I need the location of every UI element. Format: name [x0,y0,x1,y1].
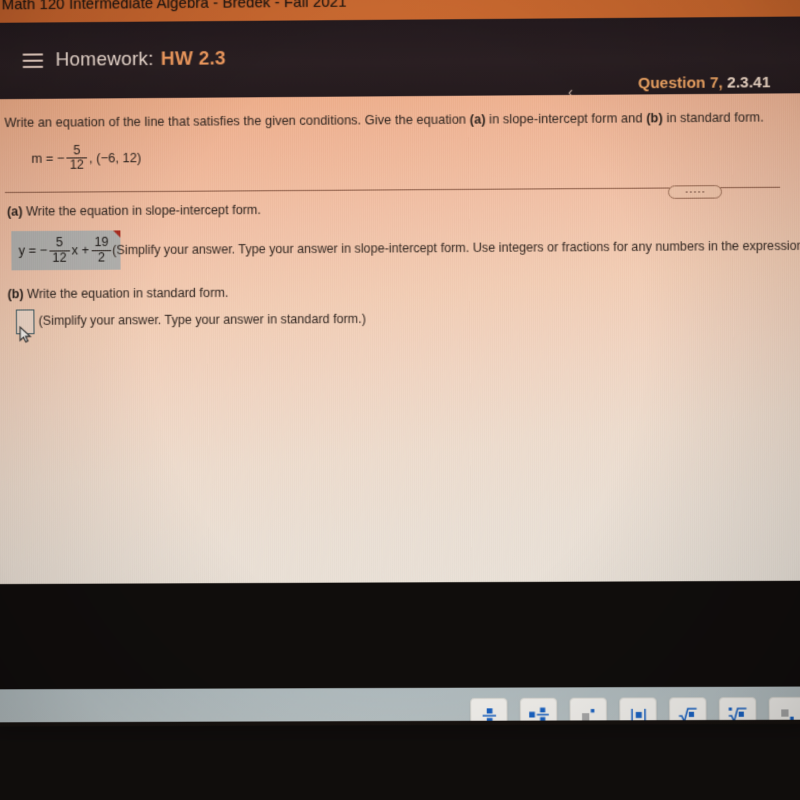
part-a-answer-field[interactable]: y = − 5 12 x + 19 2 [11,230,122,271]
part-b-text: Write the equation in standard form. [23,285,229,302]
prompt-part-2: in slope-intercept form and [485,110,647,127]
answer-a-frac1-numerator: 5 [55,235,63,250]
part-a-tag: (a) [7,204,23,219]
monitor-photo: Math 120 Intermediate Algebra - Bredek -… [0,0,800,800]
answer-a-frac1-denominator: 12 [52,249,67,265]
given-slope-fraction: 5 12 [66,142,88,172]
given-point: , (−6, 12) [88,150,142,166]
dot [702,191,705,193]
answer-a-middle: x + [71,243,90,258]
given-lead: m = − [31,150,65,166]
part-b-answer-field[interactable] [15,309,35,335]
answer-a-fraction-1: 5 12 [49,235,70,265]
hamburger-menu-icon[interactable] [22,53,44,69]
assignment-name: HW 2.3 [160,46,226,70]
prompt-part-3: in standard form. [662,110,764,126]
navigation-bar: Homework:HW 2.3 ‹ Question 7, 2.3.41 Par… [0,16,800,109]
assignment-title: Homework: HW 2.3 [55,47,225,71]
dot [694,191,696,193]
problem-prompt: Write an equation of the line that satis… [4,110,790,130]
part-b-hint: (Simplify your answer. Type your answer … [38,311,366,328]
prompt-part-1: Write an equation of the line that satis… [4,112,470,131]
assignment-label: Homework: [55,47,154,70]
question-code: 2.3.41 [722,73,771,92]
given-slope-numerator: 5 [73,142,81,158]
question-number: Question 7, [637,74,723,93]
answer-a-frac2-denominator: 2 [97,249,106,265]
given-conditions: m = − 5 12 , (−6, 12) [31,142,142,173]
answer-a-lhs: y = − [18,243,48,258]
dot [698,191,701,193]
part-a-label: (a) Write the equation in slope-intercep… [7,203,261,219]
question-identifier: Question 7, 2.3.41 [603,74,800,93]
course-title: Math 120 Intermediate Algebra - Bredek -… [1,0,347,14]
prompt-tag-b: (b) [646,110,663,126]
part-a-hint: (Simplify your answer. Type your answer … [112,238,800,258]
answer-a-frac2-numerator: 19 [94,235,109,250]
part-b-tag: (b) [7,286,24,302]
worksheet-body: Write an equation of the line that satis… [0,93,800,727]
dot [685,191,688,193]
screen-area: Math 120 Intermediate Algebra - Bredek -… [0,0,800,727]
collapse-toggle-button[interactable] [667,185,723,199]
section-divider [4,186,781,194]
dot [689,191,692,193]
part-b-label: (b) Write the equation in standard form. [8,286,229,302]
given-slope-denominator: 12 [69,157,84,172]
part-a-text: Write the equation in slope-intercept fo… [22,202,262,219]
answer-corner-marker-icon [113,230,121,238]
prompt-tag-a: (a) [469,112,486,127]
answer-a-fraction-2: 19 2 [91,235,112,265]
